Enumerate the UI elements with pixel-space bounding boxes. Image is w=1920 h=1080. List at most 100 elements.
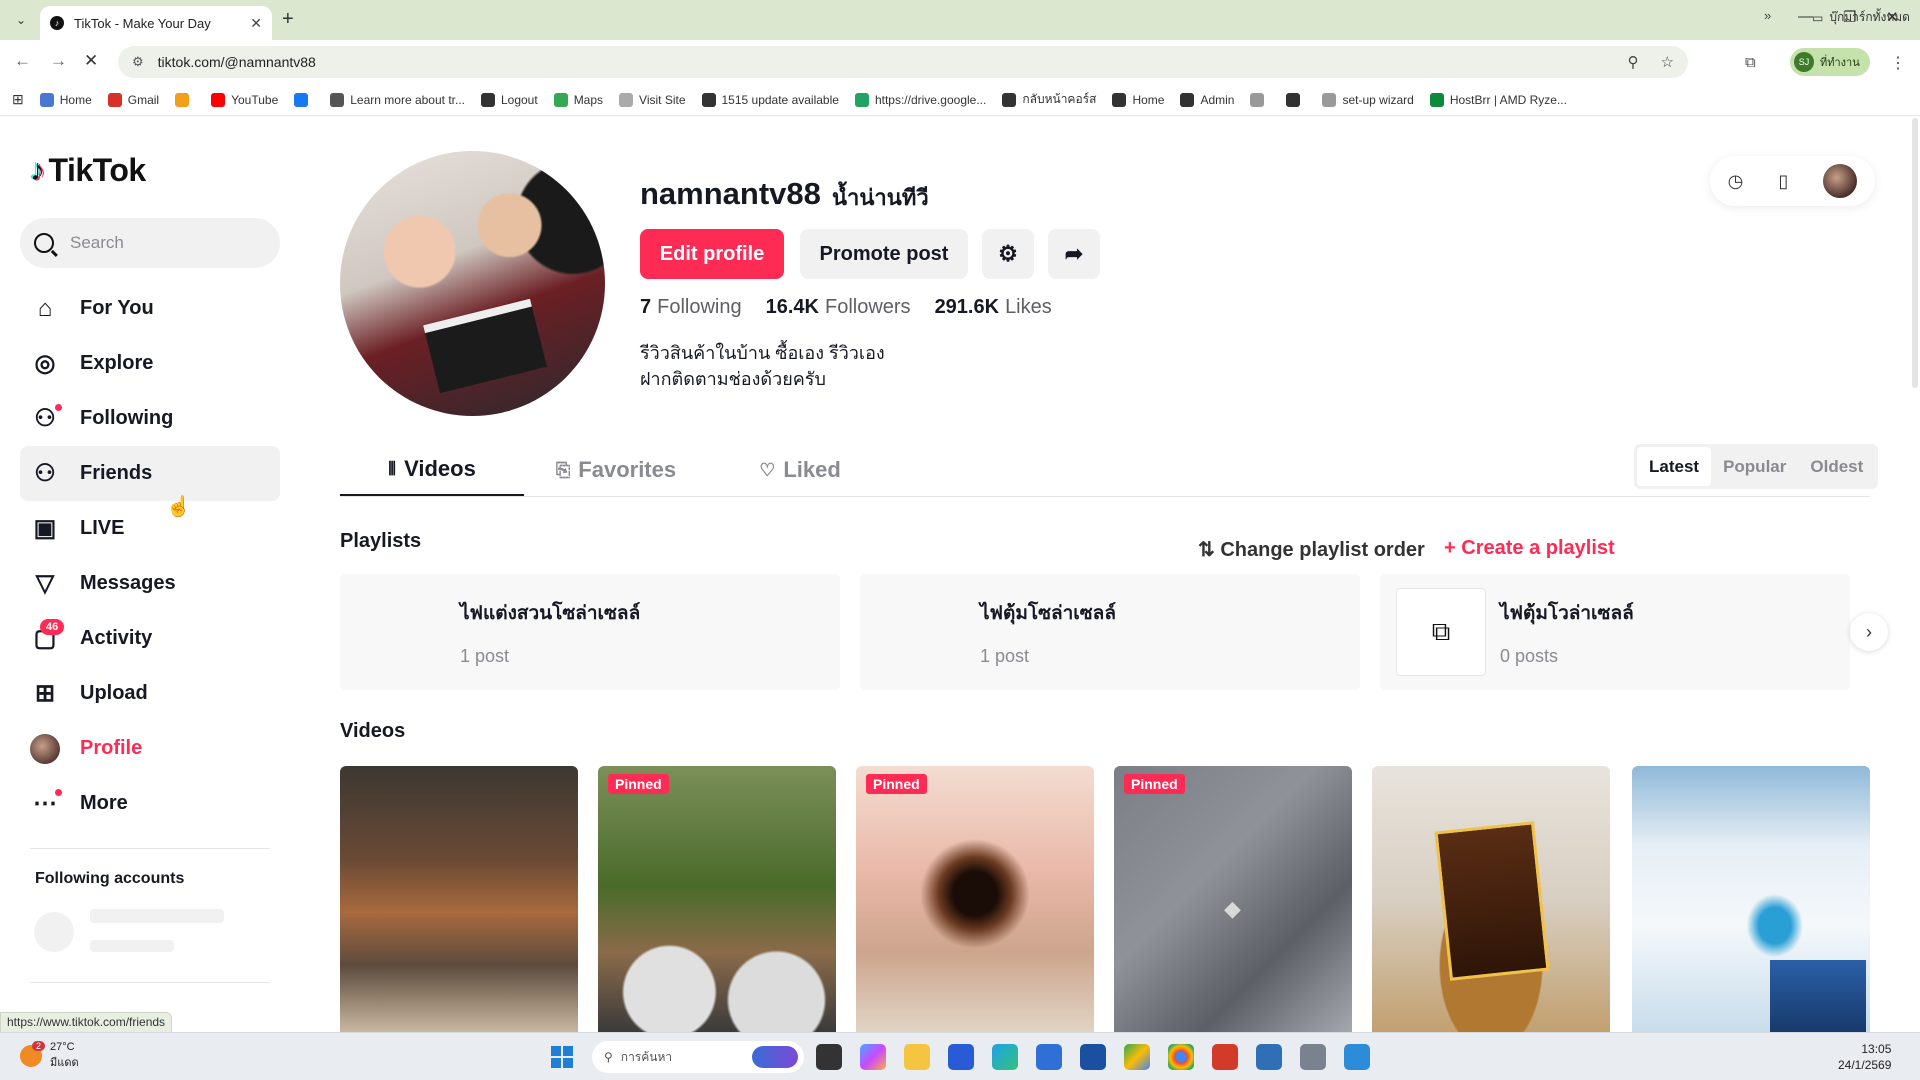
edit-profile-button[interactable]: Edit profile (640, 229, 784, 279)
bookmark-item[interactable]: https://drive.google... (854, 92, 986, 107)
bookmark-favicon-icon (480, 92, 495, 107)
bookmark-item[interactable] (1250, 92, 1270, 107)
bookmark-item[interactable]: Logout (480, 92, 538, 107)
sidebar-item-explore[interactable]: ◎ Explore (20, 336, 280, 391)
copilot-icon[interactable] (860, 1044, 886, 1070)
system-clock[interactable]: 13:05 24/1/2569 (1838, 1041, 1891, 1073)
weather-widget[interactable]: 2 27°C มีแดด (20, 1041, 79, 1071)
apps-grid-icon[interactable]: ⊞ (12, 91, 24, 108)
sidebar-item-messages[interactable]: ▽ Messages (20, 556, 280, 611)
all-bookmarks-folder[interactable]: ▭ บุ๊กมาร์กทั้งหมด (1812, 8, 1910, 27)
omnibox[interactable]: ⚙ tiktok.com/@namnantv88 ⚲ ☆ (118, 46, 1688, 78)
close-tab-icon[interactable]: ✕ (250, 15, 262, 32)
tab-liked[interactable]: ♡ Liked (708, 444, 892, 496)
create-playlist-button[interactable]: + Create a playlist (1444, 537, 1615, 560)
bookmark-item[interactable]: Admin (1180, 92, 1234, 107)
browser-tab[interactable]: ♪ TikTok - Make Your Day ✕ (40, 6, 272, 40)
bookmark-item[interactable]: set-up wizard (1322, 92, 1414, 107)
app-icon[interactable] (1344, 1044, 1370, 1070)
sort-popular[interactable]: Popular (1711, 447, 1798, 486)
site-info-icon[interactable]: ⚙ (132, 54, 144, 70)
bookmark-item[interactable]: Maps (553, 92, 603, 107)
taskbar-search-input[interactable]: ⚲ การค้นหา (592, 1041, 804, 1073)
sidebar-item-label: Friends (80, 462, 153, 484)
sidebar-item-friends[interactable]: ⚇ Friends (20, 446, 280, 501)
video-thumbnail[interactable] (340, 766, 578, 1032)
sort-oldest[interactable]: Oldest (1798, 447, 1875, 486)
file-explorer-icon[interactable] (904, 1044, 930, 1070)
change-playlist-order-button[interactable]: ⇅ Change playlist order (1198, 537, 1425, 562)
bookmark-item[interactable]: HostBrr | AMD Ryze... (1429, 92, 1567, 107)
profile-avatar[interactable] (340, 151, 605, 416)
task-view-icon[interactable] (816, 1044, 842, 1070)
tab-search-chevron-icon[interactable]: ⌄ (10, 9, 32, 31)
url-text[interactable]: tiktok.com/@namnantv88 (158, 54, 316, 70)
zoom-icon[interactable]: ⚲ (1628, 53, 1639, 71)
sidebar-item-for-you[interactable]: ⌂ For You (20, 281, 280, 336)
video-thumbnail[interactable] (1372, 766, 1610, 1032)
browser-menu-icon[interactable]: ⋮ (1890, 53, 1906, 73)
pdf-icon[interactable] (1212, 1044, 1238, 1070)
bookmark-item[interactable]: Home (1112, 92, 1164, 107)
outlook-icon[interactable] (1036, 1044, 1062, 1070)
coin-icon[interactable]: ◷ (1728, 171, 1744, 192)
chevron-right-icon[interactable]: › (1850, 613, 1888, 651)
video-thumbnail[interactable]: Pinned ◆ (1114, 766, 1352, 1032)
playlist-card[interactable]: ⧉ ไฟตุ้มโวล่าเซลล์ 0 posts (1380, 574, 1850, 690)
playlist-card[interactable]: ไฟแต่งสวนโซล่าเซลล์ 1 post (340, 574, 840, 690)
video-thumbnail[interactable] (1632, 766, 1870, 1032)
bookmark-star-icon[interactable]: ☆ (1661, 53, 1674, 71)
new-tab-icon[interactable]: + (282, 8, 294, 31)
video-thumbnail[interactable]: Pinned (598, 766, 836, 1032)
settings-icon[interactable] (1300, 1044, 1326, 1070)
edge-icon[interactable] (992, 1044, 1018, 1070)
minimize-icon[interactable]: — (1798, 8, 1813, 25)
reorder-icon: ⇅ (1198, 539, 1215, 561)
store-icon[interactable] (948, 1044, 974, 1070)
search-input[interactable]: Search (20, 218, 280, 268)
promote-post-button[interactable]: Promote post (800, 229, 968, 279)
bookmark-item[interactable]: Learn more about tr... (330, 92, 465, 107)
tab-videos[interactable]: ⦀ Videos (340, 444, 524, 496)
sidebar-item-upload[interactable]: ⊞ Upload (20, 666, 280, 721)
phone-icon[interactable]: ▯ (1778, 171, 1788, 192)
chrome-icon[interactable] (1168, 1044, 1194, 1070)
bookmark-label: YouTube (231, 92, 279, 107)
sort-latest[interactable]: Latest (1637, 447, 1712, 486)
sidebar-item-profile[interactable]: Profile (20, 721, 280, 776)
tab-favorites[interactable]: ⎘ Favorites (524, 444, 708, 496)
bookmark-item[interactable] (1286, 92, 1306, 107)
account-avatar[interactable] (1823, 164, 1858, 198)
bookmark-item[interactable]: YouTube (211, 92, 279, 107)
followers-stat[interactable]: 16.4K Followers (766, 296, 911, 319)
browser-profile-chip[interactable]: SJ ที่ทำงาน (1790, 48, 1870, 76)
windows-start-icon[interactable] (551, 1046, 573, 1068)
forward-icon[interactable]: → (50, 51, 67, 71)
playlist-count: 1 post (460, 646, 510, 666)
bookmark-item[interactable]: Visit Site (619, 92, 686, 107)
sidebar-item-live[interactable]: ▣ LIVE (20, 501, 280, 556)
tiktok-logo[interactable]: ♪ TikTok (30, 152, 146, 189)
page-scrollbar[interactable] (1912, 118, 1918, 388)
settings-gear-icon[interactable]: ⚙ (982, 229, 1034, 279)
following-stat[interactable]: 7 Following (640, 296, 742, 319)
google-drive-icon[interactable] (1124, 1044, 1150, 1070)
bookmark-item[interactable]: 1515 update available (701, 92, 839, 107)
video-thumbnail[interactable]: Pinned (856, 766, 1094, 1032)
bookmark-item[interactable]: Gmail (107, 92, 159, 107)
extensions-icon[interactable]: ⧉ (1745, 54, 1756, 71)
back-icon[interactable]: ← (14, 51, 31, 71)
sidebar-item-following[interactable]: ⚇ Following (20, 391, 280, 446)
share-icon[interactable]: ➦ (1048, 229, 1100, 279)
stop-loading-icon[interactable]: ✕ (84, 51, 98, 71)
bookmark-item[interactable]: Home (39, 92, 92, 107)
bookmark-item[interactable]: กลับหน้าคอร์ส (1002, 90, 1096, 109)
sidebar-item-more[interactable]: ⋯ More (20, 776, 280, 831)
app-icon[interactable] (1256, 1044, 1282, 1070)
app-icon[interactable] (1080, 1044, 1106, 1070)
bookmark-item[interactable] (294, 92, 314, 107)
bookmark-item[interactable] (175, 92, 195, 107)
sidebar-item-activity[interactable]: ▢ 46 Activity (20, 611, 280, 666)
playlist-card[interactable]: ไฟตุ้มโซล่าเซลล์ 1 post (860, 574, 1360, 690)
bookmarks-overflow-icon[interactable]: » (1764, 8, 1771, 23)
